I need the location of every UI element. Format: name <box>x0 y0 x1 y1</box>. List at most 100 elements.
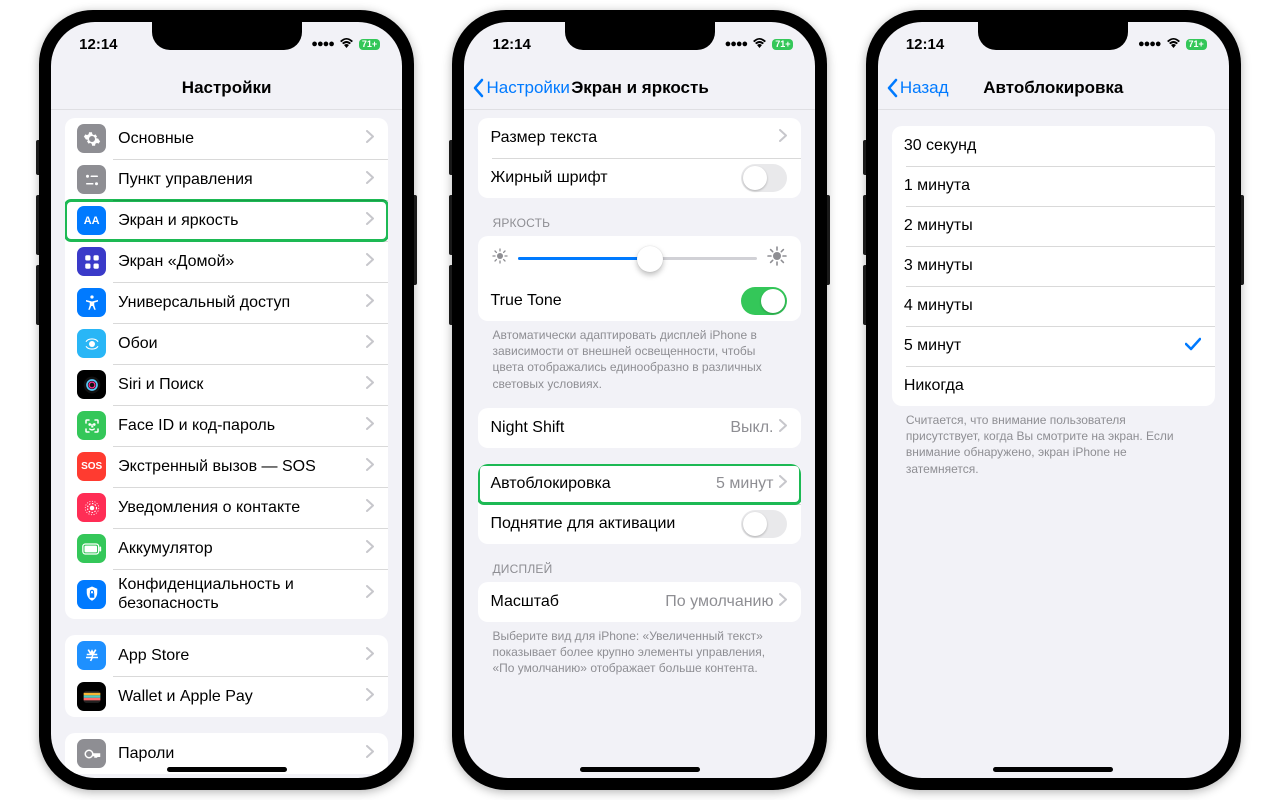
nav-bar: Настройки <box>51 66 402 110</box>
row-privacy[interactable]: Конфиденциальность и безопасность <box>65 569 388 619</box>
checkmark-icon <box>1185 337 1201 356</box>
autolock-option[interactable]: 3 минуты <box>892 246 1215 286</box>
chevron-right-icon <box>779 593 787 611</box>
autolock-option[interactable]: Никогда <box>892 366 1215 406</box>
wallpaper-icon <box>77 329 106 358</box>
option-label: 5 минут <box>904 336 1185 355</box>
bold-text-toggle[interactable] <box>741 164 787 192</box>
status-time: 12:14 <box>79 36 117 53</box>
night-shift-value: Выкл. <box>730 419 773 437</box>
wifi-icon <box>1166 37 1181 51</box>
display-header: ДИСПЛЕЙ <box>464 544 815 580</box>
sun-large-icon <box>767 246 787 271</box>
chevron-right-icon <box>366 540 374 558</box>
row-label: App Store <box>118 646 366 665</box>
autolock-option[interactable]: 30 секунд <box>892 126 1215 166</box>
autolock-option[interactable]: 2 минуты <box>892 206 1215 246</box>
zoom-footer: Выберите вид для iPhone: «Увеличенный те… <box>464 622 815 677</box>
row-label: Универсальный доступ <box>118 293 366 312</box>
battery-icon: 71+ <box>772 39 793 50</box>
row-faceid[interactable]: Face ID и код-пароль <box>65 405 388 446</box>
privacy-icon <box>77 580 106 609</box>
row-bold-text[interactable]: Жирный шрифт <box>478 158 801 198</box>
row-display[interactable]: AAЭкран и яркость <box>65 200 388 241</box>
phone-settings: 12:14 ●●●● 71+ Настройки ОсновныеПункт у… <box>39 10 414 790</box>
raise-label: Поднятие для активации <box>490 514 741 533</box>
back-label: Назад <box>900 78 949 98</box>
option-label: 4 минуты <box>904 296 1201 315</box>
truetone-footer: Автоматически адаптировать дисплей iPhon… <box>464 321 815 392</box>
autolock-option[interactable]: 5 минут <box>892 326 1215 366</box>
battery-icon: 71+ <box>1186 39 1207 50</box>
row-label: Конфиденциальность и безопасность <box>118 575 366 613</box>
wallet-icon <box>77 682 106 711</box>
option-label: 1 минута <box>904 176 1201 195</box>
wifi-icon <box>752 37 767 51</box>
row-general[interactable]: Основные <box>65 118 388 159</box>
row-label: Face ID и код-пароль <box>118 416 366 435</box>
row-wallet[interactable]: Wallet и Apple Pay <box>65 676 388 717</box>
row-display-zoom[interactable]: Масштаб По умолчанию <box>478 582 801 622</box>
chevron-right-icon <box>779 475 787 493</box>
home-indicator[interactable] <box>580 767 700 772</box>
bold-text-label: Жирный шрифт <box>490 168 741 187</box>
battery-icon <box>77 534 106 563</box>
sos-icon: SOS <box>77 452 106 481</box>
home-indicator[interactable] <box>993 767 1113 772</box>
row-control[interactable]: Пункт управления <box>65 159 388 200</box>
row-text-size[interactable]: Размер текста <box>478 118 801 158</box>
back-button[interactable]: Назад <box>886 78 949 98</box>
phone-autolock: 12:14 ●●●● 71+ Назад Автоблокировка 30 с… <box>866 10 1241 790</box>
chevron-right-icon <box>366 458 374 476</box>
chevron-right-icon <box>366 688 374 706</box>
option-label: 3 минуты <box>904 256 1201 275</box>
row-label: Пароли <box>118 744 366 763</box>
battery-icon: 71+ <box>359 39 380 50</box>
raise-toggle[interactable] <box>741 510 787 538</box>
autolock-option[interactable]: 1 минута <box>892 166 1215 206</box>
row-exposure[interactable]: Уведомления о контакте <box>65 487 388 528</box>
row-label: Обои <box>118 334 366 353</box>
truetone-label: True Tone <box>490 291 741 310</box>
option-label: 2 минуты <box>904 216 1201 235</box>
chevron-right-icon <box>366 253 374 271</box>
chevron-right-icon <box>366 335 374 353</box>
back-button[interactable]: Настройки <box>472 78 569 98</box>
row-label: Аккумулятор <box>118 539 366 558</box>
faceid-icon <box>77 411 106 440</box>
chevron-right-icon <box>366 585 374 603</box>
row-raise-to-wake[interactable]: Поднятие для активации <box>478 504 801 544</box>
passwords-icon <box>77 739 106 768</box>
row-autolock[interactable]: Автоблокировка 5 минут <box>478 464 801 504</box>
truetone-toggle[interactable] <box>741 287 787 315</box>
night-shift-label: Night Shift <box>490 418 730 437</box>
chevron-right-icon <box>366 294 374 312</box>
chevron-right-icon <box>366 417 374 435</box>
brightness-slider[interactable] <box>518 257 757 260</box>
control-icon <box>77 165 106 194</box>
signal-icon: ●●●● <box>725 38 748 50</box>
home-indicator[interactable] <box>167 767 287 772</box>
chevron-right-icon <box>366 499 374 517</box>
appstore-icon <box>77 641 106 670</box>
exposure-icon <box>77 493 106 522</box>
nav-bar: Настройки Экран и яркость <box>464 66 815 110</box>
row-siri[interactable]: Siri и Поиск <box>65 364 388 405</box>
row-home[interactable]: Экран «Домой» <box>65 241 388 282</box>
row-label: Пункт управления <box>118 170 366 189</box>
row-night-shift[interactable]: Night Shift Выкл. <box>478 408 801 448</box>
general-icon <box>77 124 106 153</box>
autolock-option[interactable]: 4 минуты <box>892 286 1215 326</box>
text-size-label: Размер текста <box>490 128 779 147</box>
row-truetone[interactable]: True Tone <box>478 281 801 321</box>
row-sos[interactable]: SOSЭкстренный вызов — SOS <box>65 446 388 487</box>
zoom-value: По умолчанию <box>665 593 773 611</box>
page-title: Автоблокировка <box>983 78 1123 98</box>
row-accessibility[interactable]: Универсальный доступ <box>65 282 388 323</box>
row-battery[interactable]: Аккумулятор <box>65 528 388 569</box>
chevron-right-icon <box>366 171 374 189</box>
row-wallpaper[interactable]: Обои <box>65 323 388 364</box>
option-label: Никогда <box>904 376 1201 395</box>
wifi-icon <box>339 37 354 51</box>
row-appstore[interactable]: App Store <box>65 635 388 676</box>
